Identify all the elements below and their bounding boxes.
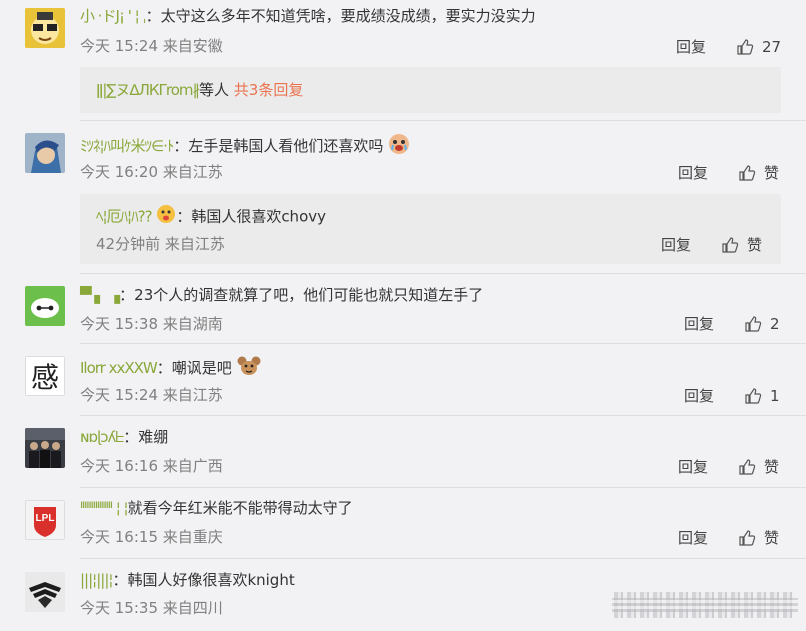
- like-button[interactable]: 1: [744, 386, 780, 406]
- comment-text: ：太守这么多年不知道凭啥，要成绩没成绩，要实力没实力: [145, 7, 536, 25]
- like-count: 1: [770, 387, 780, 405]
- reply-button[interactable]: 回复: [676, 37, 706, 57]
- more-replies-link[interactable]: 共3条回复: [234, 81, 304, 99]
- comment-meta: 今天 15:38 来自湖南: [80, 315, 223, 333]
- comment-meta: 今天 16:16 来自广西: [80, 457, 223, 475]
- like-label: 赞: [764, 164, 780, 182]
- like-label: 赞: [764, 458, 780, 476]
- comment-meta: 今天 15:24 来自安徽: [80, 37, 223, 55]
- comment-line: 小 ·ドJ¡ ' ¦ ˌ：太守这么多年不知道凭啥，要成绩没成绩，要实力没实力: [80, 6, 536, 26]
- comment-text: ：23个人的调查就算了吧，他们可能也就只知道左手了: [119, 286, 484, 304]
- like-button[interactable]: 2: [744, 314, 780, 334]
- avatar[interactable]: [25, 133, 65, 173]
- comment-meta: 今天 15:24 来自江苏: [80, 386, 223, 404]
- sub-reply-meta: 42分钟前 来自江苏: [96, 235, 225, 253]
- thumbs-up-icon: [739, 459, 756, 475]
- thumbs-up-icon: [745, 388, 762, 404]
- comment-text: 就看今年红米能不能带得动太守了: [127, 499, 353, 517]
- divider: [80, 415, 806, 416]
- divider: [80, 487, 806, 488]
- divider: [80, 120, 806, 121]
- crying-emoji-icon: [388, 133, 410, 160]
- sub-reply-button[interactable]: 回复: [661, 235, 691, 255]
- sub-reply-summary[interactable]: ǁ|∑ヌ∆ЛКΓrom∦等人 共3条回复: [80, 67, 781, 113]
- comment-text: ：难绷: [123, 428, 169, 446]
- comment-line: ᑊᑊᑊᑊᑊᑊᑊᑊᑊᑊᑊᑊᑊᑊᑊᑊᑊ ¦ ¦就看今年红米能不能带得动太守了: [80, 498, 353, 518]
- comment-text: ：嘲讽是吧: [156, 359, 232, 377]
- lpl-logo-icon: LPL: [35, 513, 55, 524]
- like-button[interactable]: 赞: [738, 528, 779, 548]
- comment-text: ：韩国人好像很喜欢knight: [112, 571, 295, 589]
- username-link[interactable]: |||¦|||¦: [80, 571, 113, 589]
- reply-button[interactable]: 回复: [678, 457, 708, 477]
- comment-line: ▀ ▖ ▗：23个人的调查就算了吧，他们可能也就只知道左手了: [80, 285, 483, 305]
- sub-reply-text: ：韩国人很喜欢chovy: [176, 207, 326, 226]
- sub-usernames[interactable]: ǁ|∑ヌ∆ЛКΓrom∦: [96, 81, 200, 99]
- username-link[interactable]: ᑊᑊᑊᑊᑊᑊᑊᑊᑊᑊᑊᑊᑊᑊᑊᑊᑊ ¦ ¦: [80, 499, 129, 517]
- comment-meta: 今天 16:20 来自江苏: [80, 163, 223, 181]
- like-button[interactable]: 27: [736, 37, 781, 57]
- comment-line: ﾐﾂﾈ¦ﾊ叫ｹ米ﾂ∈·ﾄ：左手是韩国人看他们还喜欢吗: [80, 133, 410, 160]
- divider: [80, 343, 806, 344]
- username-link[interactable]: ▀ ▖ ▗: [80, 286, 120, 304]
- avatar[interactable]: [25, 572, 65, 612]
- thumbs-up-icon: [739, 165, 756, 181]
- thumbs-up-icon: [722, 237, 739, 253]
- avatar[interactable]: 感: [25, 356, 65, 396]
- avatar-glyph: 感: [30, 361, 59, 394]
- like-count: 27: [762, 38, 782, 56]
- sub-username-link[interactable]: ﾍ¦厄ﾊ¦ﾊ??: [96, 208, 153, 226]
- thumbs-up-icon: [739, 530, 756, 546]
- reply-button[interactable]: 回复: [684, 314, 714, 334]
- comment-text: ：左手是韩国人看他们还喜欢吗: [173, 137, 384, 155]
- mouse-emoji-icon: [237, 355, 261, 382]
- blurred-watermark-overlay: [612, 598, 798, 612]
- comment-line: Ilorr xxXXW：嘲讽是吧: [80, 355, 261, 382]
- thumbs-up-icon: [745, 316, 762, 332]
- reply-button[interactable]: 回复: [678, 163, 708, 183]
- reply-button[interactable]: 回复: [684, 386, 714, 406]
- tongue-emoji-icon: [156, 204, 176, 230]
- sub-like-label: 赞: [747, 236, 763, 254]
- reply-button[interactable]: 回复: [678, 528, 708, 548]
- username-link[interactable]: Ilorr xxXXW: [80, 359, 158, 377]
- divider: [80, 273, 806, 274]
- username-link[interactable]: 小 ·ドJ¡ ' ¦ ˌ: [80, 7, 147, 25]
- divider: [80, 558, 806, 559]
- comment-meta: 今天 15:35 来自四川: [80, 599, 223, 617]
- thumbs-up-icon: [737, 39, 754, 55]
- comment-line: |||¦|||¦：韩国人好像很喜欢knight: [80, 570, 295, 590]
- comment-line: ɴɒɭɔʎᖶ：难绷: [80, 427, 168, 447]
- username-link[interactable]: ɴɒɭɔʎᖶ: [80, 428, 124, 446]
- comment-meta: 今天 16:15 来自重庆: [80, 528, 223, 546]
- avatar[interactable]: [25, 286, 65, 326]
- like-label: 赞: [764, 529, 780, 547]
- avatar[interactable]: LPL: [25, 500, 65, 540]
- avatar[interactable]: [25, 8, 65, 48]
- sub-like-button[interactable]: 赞: [721, 235, 762, 255]
- like-count: 2: [770, 315, 780, 333]
- sub-suffix: 等人: [199, 81, 230, 99]
- username-link[interactable]: ﾐﾂﾈ¦ﾊ叫ｹ米ﾂ∈·ﾄ: [80, 137, 174, 155]
- like-button[interactable]: 赞: [738, 163, 779, 183]
- avatar[interactable]: [25, 428, 65, 468]
- sub-reply: ﾍ¦厄ﾊ¦ﾊ?? ：韩国人很喜欢chovy 42分钟前 来自江苏 回复 赞: [80, 194, 781, 264]
- like-button[interactable]: 赞: [738, 457, 779, 477]
